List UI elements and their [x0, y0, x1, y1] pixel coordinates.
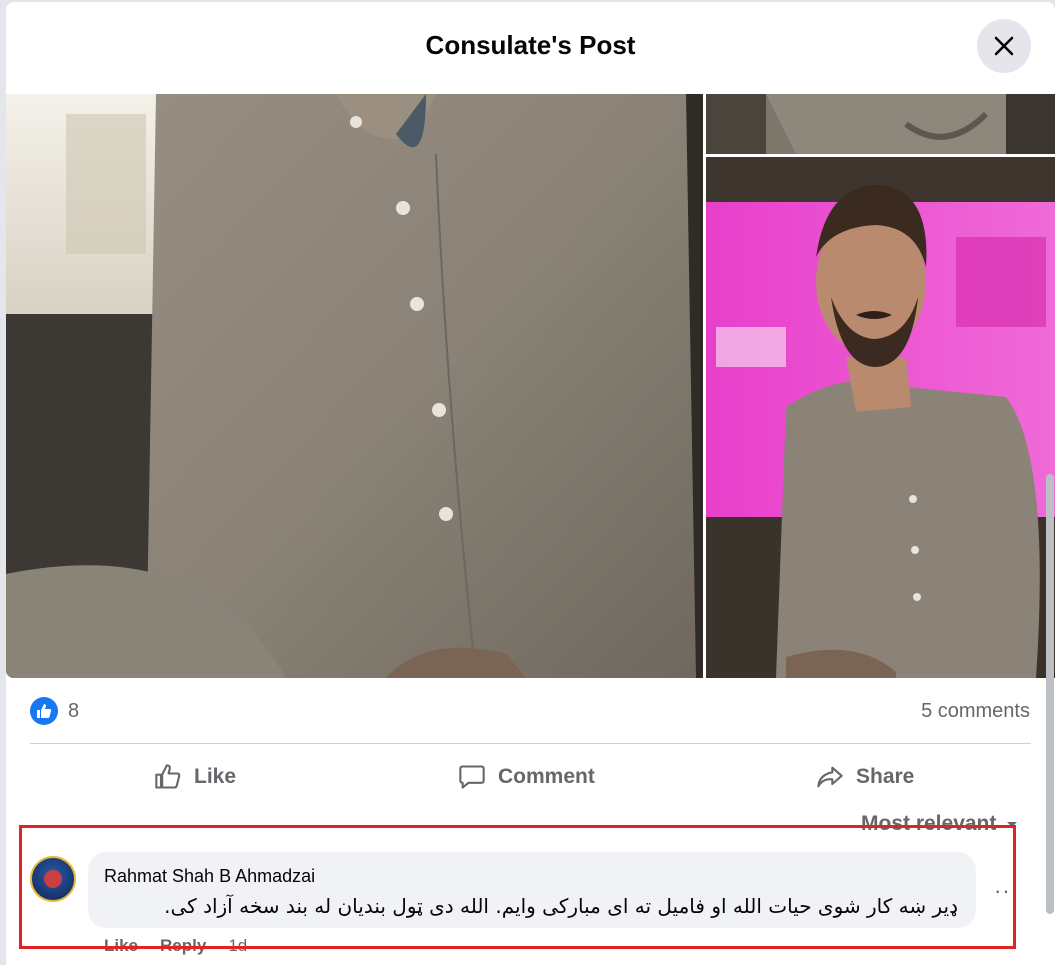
reaction-summary[interactable]: 8 — [30, 696, 79, 726]
share-icon — [817, 766, 843, 788]
comment-highlight-box — [19, 825, 1016, 949]
dialog-title: Consulate's Post — [425, 30, 636, 60]
comments-count-link[interactable]: 5 comments — [921, 700, 1030, 723]
comment-button-label: Comment — [498, 765, 595, 788]
close-icon — [994, 36, 1014, 56]
comment-button[interactable]: Comment — [458, 759, 595, 795]
reaction-count: 8 — [68, 699, 80, 722]
photo-shirt-detail — [706, 94, 1055, 154]
divider — [30, 743, 1031, 744]
photo-man-portrait — [706, 157, 1055, 678]
post-photo-3[interactable] — [706, 157, 1055, 678]
comment-icon — [459, 765, 485, 789]
close-button[interactable] — [977, 19, 1031, 73]
post-photo-1[interactable] — [6, 94, 703, 678]
scrollbar-thumb[interactable] — [1046, 474, 1054, 914]
dialog-header: Consulate's Post — [6, 2, 1055, 94]
photo-man-shirt-closeup — [6, 94, 703, 678]
share-button[interactable]: Share — [816, 759, 914, 795]
thumbs-up-icon — [155, 764, 181, 789]
share-button-label: Share — [856, 765, 915, 788]
like-button[interactable]: Like — [154, 759, 236, 795]
like-button-label: Like — [194, 765, 237, 788]
like-reaction-icon — [30, 697, 58, 725]
post-photo-2[interactable] — [706, 94, 1055, 154]
post-dialog: Consulate's Post 8 5 comments Like Comme… — [6, 2, 1055, 965]
